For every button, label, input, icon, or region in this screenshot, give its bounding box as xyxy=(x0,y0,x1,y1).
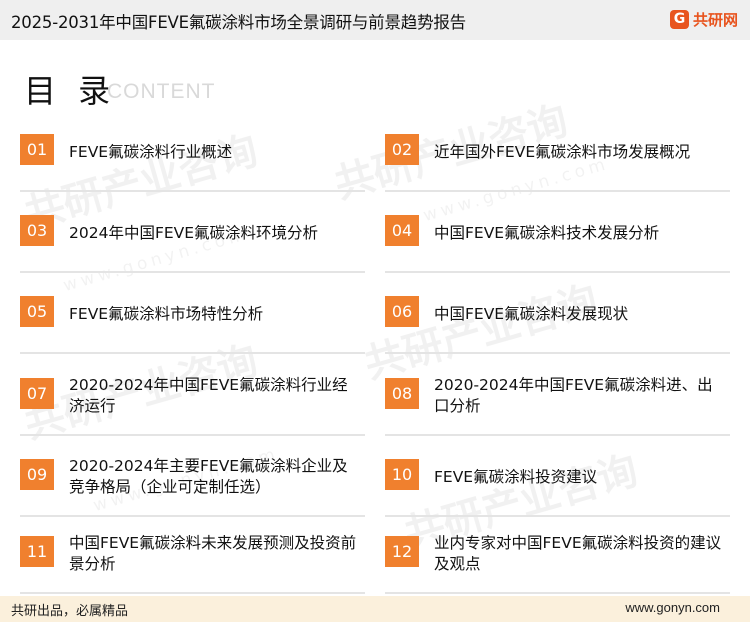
toc-number-badge: 11 xyxy=(20,536,54,567)
toc-item-label: FEVE氟碳涂料市场特性分析 xyxy=(69,304,264,323)
toc-item-label: FEVE氟碳涂料投资建议 xyxy=(434,467,598,486)
toc-item-label: 2020-2024年中国FEVE氟碳涂料进、出口分析 xyxy=(434,376,713,415)
toc-number-badge: 03 xyxy=(20,215,54,246)
divider xyxy=(385,592,730,594)
toc-number-badge: 09 xyxy=(20,459,54,490)
divider xyxy=(20,352,365,354)
toc-item-label: 2020-2024年中国FEVE氟碳涂料行业经济运行 xyxy=(69,376,348,415)
footer-slogan: 共研出品，必属精品 xyxy=(11,604,129,619)
toc-number-badge: 07 xyxy=(20,378,54,409)
toc-number-badge: 04 xyxy=(385,215,419,246)
toc-item[interactable]: 10 FEVE氟碳涂料投资建议 xyxy=(385,447,730,517)
footer-website: www.gonyn.com xyxy=(625,600,720,615)
toc-item-label: 近年国外FEVE氟碳涂料市场发展概况 xyxy=(434,142,691,161)
toc-item[interactable]: 02 近年国外FEVE氟碳涂料市场发展概况 xyxy=(385,122,730,192)
toc-item[interactable]: 09 2020-2024年主要FEVE氟碳涂料企业及竞争格局（企业可定制任选） xyxy=(20,447,365,517)
report-title: 2025-2031年中国FEVE氟碳涂料市场全景调研与前景趋势报告 xyxy=(11,13,466,32)
toc-number-badge: 08 xyxy=(385,378,419,409)
page-heading: 目 录 xyxy=(24,72,117,110)
toc-item[interactable]: 04 中国FEVE氟碳涂料技术发展分析 xyxy=(385,203,730,273)
footer-bar: 共研出品，必属精品 www.gonyn.com xyxy=(0,596,750,622)
toc-number-badge: 01 xyxy=(20,134,54,165)
brand-logo: G 共研网 xyxy=(669,9,738,30)
toc-item[interactable]: 03 2024年中国FEVE氟碳涂料环境分析 xyxy=(20,203,365,273)
toc-number-badge: 06 xyxy=(385,296,419,327)
divider xyxy=(385,352,730,354)
toc-item[interactable]: 05 FEVE氟碳涂料市场特性分析 xyxy=(20,284,365,354)
toc-item-label: 业内专家对中国FEVE氟碳涂料投资的建议及观点 xyxy=(434,534,722,573)
toc-number-badge: 05 xyxy=(20,296,54,327)
divider xyxy=(20,592,365,594)
toc-item-label: 中国FEVE氟碳涂料技术发展分析 xyxy=(434,223,660,242)
divider xyxy=(385,190,730,192)
toc-item-label: FEVE氟碳涂料行业概述 xyxy=(69,142,233,161)
header-bar: 2025-2031年中国FEVE氟碳涂料市场全景调研与前景趋势报告 G 共研网 xyxy=(0,0,750,40)
divider xyxy=(20,434,365,436)
divider xyxy=(20,515,365,517)
toc-item[interactable]: 08 2020-2024年中国FEVE氟碳涂料进、出口分析 xyxy=(385,366,730,436)
toc-number-badge: 02 xyxy=(385,134,419,165)
divider xyxy=(385,515,730,517)
toc-item[interactable]: 11 中国FEVE氟碳涂料未来发展预测及投资前景分析 xyxy=(20,524,365,594)
toc-number-badge: 12 xyxy=(385,536,419,567)
brand-name: 共研网 xyxy=(692,11,738,29)
toc-item-label: 中国FEVE氟碳涂料未来发展预测及投资前景分析 xyxy=(69,534,357,573)
toc-item-label: 2020-2024年主要FEVE氟碳涂料企业及竞争格局（企业可定制任选） xyxy=(69,457,348,496)
toc-number-badge: 10 xyxy=(385,459,419,490)
divider xyxy=(385,434,730,436)
toc-item-label: 中国FEVE氟碳涂料发展现状 xyxy=(434,304,629,323)
toc-item[interactable]: 12 业内专家对中国FEVE氟碳涂料投资的建议及观点 xyxy=(385,524,730,594)
toc-item[interactable]: 06 中国FEVE氟碳涂料发展现状 xyxy=(385,284,730,354)
divider xyxy=(20,271,365,273)
toc-item[interactable]: 07 2020-2024年中国FEVE氟碳涂料行业经济运行 xyxy=(20,366,365,436)
toc-item-label: 2024年中国FEVE氟碳涂料环境分析 xyxy=(69,223,319,242)
divider xyxy=(20,190,365,192)
divider xyxy=(385,271,730,273)
toc-item[interactable]: 01 FEVE氟碳涂料行业概述 xyxy=(20,122,365,192)
brand-logo-icon: G xyxy=(669,10,689,29)
page-heading-subtitle: CONTENT xyxy=(107,80,216,103)
